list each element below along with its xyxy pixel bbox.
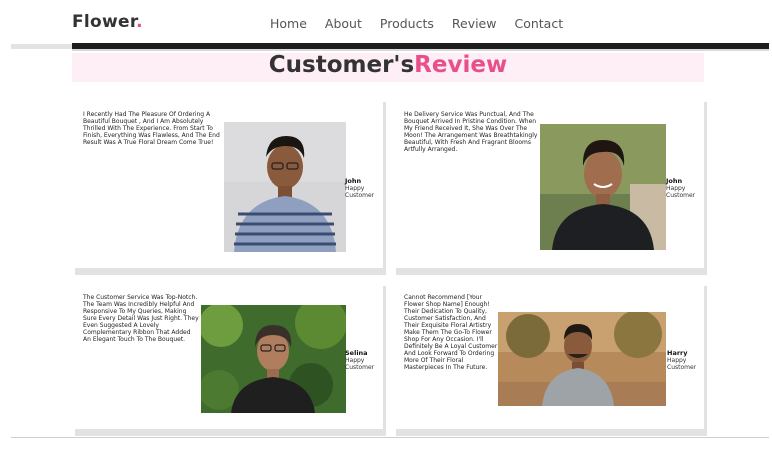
customer-name: John <box>345 177 362 185</box>
customer-photo <box>540 124 666 250</box>
customer-photo <box>498 312 666 406</box>
section-title: Customer'sReview <box>72 53 704 77</box>
customer-name: Selina <box>345 349 368 357</box>
nav-review[interactable]: Review <box>452 16 497 31</box>
nav-products[interactable]: Products <box>380 16 434 31</box>
nav-contact[interactable]: Contact <box>514 16 563 31</box>
section-title-band: Customer'sReview <box>72 53 704 82</box>
review-text: Cannot Recommend [Your Flower Shop Name]… <box>404 294 498 371</box>
brand-dot: . <box>136 12 143 32</box>
review-card: I Recently Had The Pleasure Of Ordering … <box>75 102 386 275</box>
review-card: He Delivery Service Was Punctual, And Th… <box>396 102 707 275</box>
nav-about[interactable]: About <box>325 16 362 31</box>
page-bottom-divider <box>11 437 769 438</box>
customer-photo <box>224 122 346 252</box>
review-text: I Recently Had The Pleasure Of Ordering … <box>83 111 220 146</box>
divider <box>72 49 769 51</box>
nav-menu: Home About Products Review Contact <box>270 16 581 31</box>
card-shadow <box>75 429 386 436</box>
review-text: He Delivery Service Was Punctual, And Th… <box>404 111 538 153</box>
review-card: Cannot Recommend [Your Flower Shop Name]… <box>396 286 707 436</box>
card-shadow <box>396 429 707 436</box>
hero-edge <box>11 44 72 49</box>
brand-logo[interactable]: Flower. <box>72 12 143 32</box>
customer-name: John <box>666 177 683 185</box>
customer-role: Happy Customer <box>667 357 697 371</box>
review-card: The Customer Service Was Top-Notch. The … <box>75 286 386 436</box>
review-text: The Customer Service Was Top-Notch. The … <box>83 294 199 343</box>
customer-photo <box>201 305 346 413</box>
title-part2: Review <box>414 52 508 78</box>
brand-name: Flower <box>72 12 137 32</box>
navbar: Flower. Home About Products Review Conta… <box>0 0 772 44</box>
card-shadow <box>75 268 386 275</box>
customer-role: Happy Customer <box>345 185 375 199</box>
customer-name: Harry <box>667 349 688 357</box>
customer-role: Happy Customer <box>666 185 696 199</box>
nav-home[interactable]: Home <box>270 16 307 31</box>
card-shadow <box>396 268 707 275</box>
title-part1: Customer's <box>268 52 415 78</box>
customer-role: Happy Customer <box>345 357 375 371</box>
